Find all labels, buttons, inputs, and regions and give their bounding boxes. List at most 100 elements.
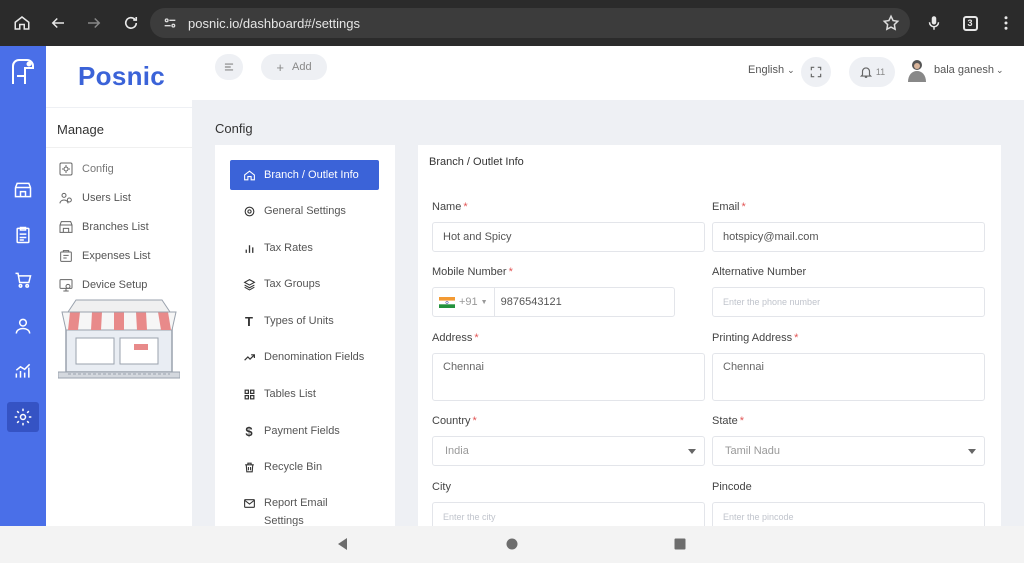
language-label: English	[748, 64, 785, 76]
grid-icon	[242, 387, 256, 401]
config-nav-general-settings[interactable]: General Settings	[230, 196, 379, 226]
mobile-number-value: 9876543121	[500, 296, 562, 308]
more-menu-icon[interactable]	[988, 0, 1024, 46]
pincode-field[interactable]: Enter the pincode	[712, 502, 985, 526]
address-field[interactable]: Chennai	[432, 353, 705, 401]
sidebar-item-label: Branches List	[82, 220, 149, 233]
brand-title: Posnic	[46, 46, 192, 108]
email-label: Email *	[712, 201, 746, 213]
rail-user-icon[interactable]	[11, 314, 35, 338]
page-title: Config	[215, 121, 253, 136]
nav-home-icon[interactable]	[505, 537, 519, 551]
caret-down-icon	[688, 449, 696, 454]
microphone-icon[interactable]	[916, 0, 952, 46]
alternative-number-field[interactable]: Enter the phone number	[712, 287, 985, 317]
config-nav: Branch / Outlet Info General Settings Ta…	[215, 145, 395, 526]
sidebar-item-config[interactable]: Config	[46, 154, 192, 183]
fullscreen-icon	[810, 66, 822, 78]
forward-icon[interactable]	[76, 0, 112, 46]
sidebar-item-device-setup[interactable]: Device Setup	[46, 270, 192, 299]
sidebar-item-expenses-list[interactable]: Expenses List	[46, 241, 192, 270]
browser-toolbar: posnic.io/dashboard#/settings 3	[0, 0, 1024, 46]
rail-cart-icon[interactable]	[11, 268, 35, 292]
nav-recents-icon[interactable]	[673, 537, 687, 551]
config-nav-report-email-settings[interactable]: Report Email Settings	[230, 488, 379, 526]
sidebar-item-label: Device Setup	[82, 278, 148, 291]
pincode-label: Pincode	[712, 481, 752, 493]
config-nav-label: Tables List	[264, 388, 316, 400]
nav-back-icon[interactable]	[336, 537, 350, 551]
gear-icon	[242, 204, 256, 218]
config-nav-tax-rates[interactable]: Tax Rates	[230, 233, 379, 263]
site-settings-icon[interactable]	[162, 15, 178, 31]
home-icon[interactable]	[4, 0, 40, 46]
config-nav-recycle-bin[interactable]: Recycle Bin	[230, 452, 379, 482]
dollar-icon: $	[245, 423, 253, 439]
sidebar-item-branches-list[interactable]: Branches List	[46, 212, 192, 241]
sidebar-toggle-button[interactable]	[215, 54, 243, 80]
fullscreen-button[interactable]	[801, 57, 831, 87]
add-button-label: Add	[292, 61, 312, 73]
printing-address-field[interactable]: Chennai	[712, 353, 985, 401]
users-icon	[57, 189, 74, 206]
alternative-number-label: Alternative Number	[712, 266, 807, 278]
notifications-button[interactable]: 11	[849, 57, 895, 87]
language-selector[interactable]: English ⌄	[748, 64, 795, 76]
shop-illustration	[58, 299, 180, 379]
config-nav-denomination-fields[interactable]: Denomination Fields	[230, 342, 379, 372]
mobile-number-field[interactable]: +91 ▼ 9876543121	[432, 287, 675, 317]
reload-icon[interactable]	[113, 0, 149, 46]
rail-clipboard-icon[interactable]	[11, 223, 35, 247]
config-nav-label: General Settings	[264, 205, 346, 217]
bookmark-star-icon[interactable]	[882, 14, 900, 32]
store-icon	[57, 218, 74, 235]
chevron-down-icon: ⌄	[787, 65, 795, 75]
expenses-icon	[57, 247, 74, 264]
address-bar[interactable]: posnic.io/dashboard#/settings	[150, 8, 910, 38]
config-nav-label: Types of Units	[264, 315, 334, 327]
city-field[interactable]: Enter the city	[432, 502, 705, 526]
address-label: Address *	[432, 332, 479, 344]
config-nav-branch-outlet-info[interactable]: Branch / Outlet Info	[230, 160, 379, 190]
back-icon[interactable]	[40, 0, 76, 46]
rail-settings-icon[interactable]	[7, 402, 39, 432]
chevron-down-icon: ⌄	[995, 64, 1004, 75]
add-button[interactable]: + Add	[261, 54, 327, 80]
text-icon: T	[245, 313, 253, 329]
trash-icon	[242, 460, 256, 474]
country-select[interactable]: India	[432, 436, 705, 466]
url-text: posnic.io/dashboard#/settings	[188, 15, 361, 31]
india-flag-icon	[439, 296, 455, 308]
name-label: Name *	[432, 201, 468, 213]
config-nav-tax-groups[interactable]: Tax Groups	[230, 269, 379, 299]
sidebar-item-users-list[interactable]: Users List	[46, 183, 192, 212]
sidebar-section-title: Manage	[46, 108, 192, 148]
avatar	[908, 60, 926, 82]
email-field[interactable]: hotspicy@mail.com	[712, 222, 985, 252]
mobile-number-label: Mobile Number *	[432, 266, 513, 278]
country-code: +91	[459, 296, 478, 308]
country-code-selector[interactable]: +91 ▼	[433, 288, 495, 316]
user-name: bala ganesh	[934, 64, 994, 76]
rail-reports-icon[interactable]	[11, 359, 35, 383]
state-select[interactable]: Tamil Nadu	[712, 436, 985, 466]
config-nav-payment-fields[interactable]: $ Payment Fields	[230, 416, 379, 446]
bell-icon	[859, 67, 872, 78]
rail-store-icon[interactable]	[11, 178, 35, 202]
device-icon	[57, 276, 74, 293]
config-nav-label: Recycle Bin	[264, 461, 323, 473]
bar-chart-icon	[242, 241, 256, 255]
config-nav-label: Denomination Fields	[264, 351, 365, 363]
config-nav-tables-list[interactable]: Tables List	[230, 379, 379, 409]
name-field[interactable]: Hot and Spicy	[432, 222, 705, 252]
plus-icon: +	[276, 59, 284, 75]
config-nav-types-of-units[interactable]: T Types of Units	[230, 306, 379, 336]
user-menu[interactable]: bala ganesh ⌄	[906, 58, 1004, 82]
sidebar-item-label: Config	[82, 162, 114, 175]
menu-lines-icon	[224, 63, 234, 71]
country-value: India	[445, 445, 469, 457]
state-label: State *	[712, 415, 744, 427]
tab-switcher-button[interactable]: 3	[952, 0, 988, 46]
city-label: City	[432, 481, 451, 493]
trend-icon	[242, 350, 256, 364]
